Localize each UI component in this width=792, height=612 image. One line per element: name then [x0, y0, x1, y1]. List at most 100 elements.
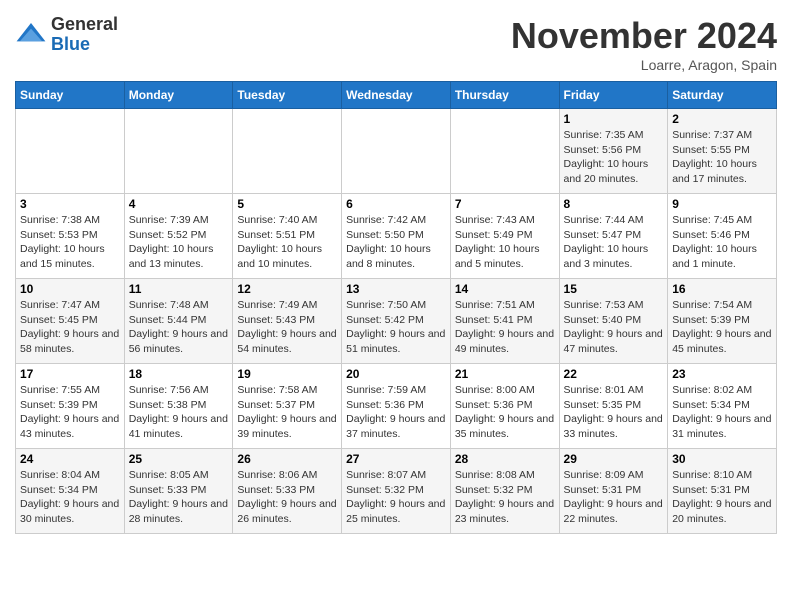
- calendar-cell: 21Sunrise: 8:00 AM Sunset: 5:36 PM Dayli…: [450, 364, 559, 449]
- calendar-cell: [233, 109, 342, 194]
- calendar-cell: 8 Sunrise: 7:44 AM Sunset: 5:47 PM Daylig…: [559, 194, 668, 279]
- day-info: Sunrise: 8:05 AM Sunset: 5:33 PM Dayligh…: [129, 468, 229, 527]
- day-number: 6: [346, 197, 446, 211]
- day-info: Sunrise: 7:35 AM Sunset: 5:56 PM Dayligh…: [564, 128, 664, 187]
- calendar-cell: [450, 109, 559, 194]
- calendar-cell: [16, 109, 125, 194]
- calendar-cell: 10 Sunrise: 7:47 AM Sunset: 5:45 PM Dayli…: [16, 279, 125, 364]
- location: Loarre, Aragon, Spain: [511, 57, 777, 73]
- day-number: 9: [672, 197, 772, 211]
- day-number: 8: [564, 197, 664, 211]
- day-info: Sunrise: 8:01 AM Sunset: 5:35 PM Dayligh…: [564, 383, 664, 442]
- weekday-saturday: Saturday: [668, 82, 777, 109]
- calendar-cell: 22 Sunrise: 8:01 AM Sunset: 5:35 PM Dayli…: [559, 364, 668, 449]
- day-number: 18: [129, 367, 229, 381]
- day-number: 15: [564, 282, 664, 296]
- day-number: 16: [672, 282, 772, 296]
- day-info: Sunrise: 7:39 AM Sunset: 5:52 PM Dayligh…: [129, 213, 229, 272]
- day-number: 26: [237, 452, 337, 466]
- weekday-sunday: Sunday: [16, 82, 125, 109]
- day-info: Sunrise: 8:08 AM Sunset: 5:32 PM Dayligh…: [455, 468, 555, 527]
- day-info: Sunrise: 7:40 AM Sunset: 5:51 PM Dayligh…: [237, 213, 337, 272]
- calendar-cell: 9 Sunrise: 7:45 AM Sunset: 5:46 PM Daylig…: [668, 194, 777, 279]
- calendar-cell: 23 Sunrise: 8:02 AM Sunset: 5:34 PM Dayli…: [668, 364, 777, 449]
- day-info: Sunrise: 7:48 AM Sunset: 5:44 PM Dayligh…: [129, 298, 229, 357]
- day-number: 22: [564, 367, 664, 381]
- day-number: 14: [455, 282, 555, 296]
- calendar-cell: 19 Sunrise: 7:58 AM Sunset: 5:37 PM Dayli…: [233, 364, 342, 449]
- weekday-monday: Monday: [124, 82, 233, 109]
- calendar-cell: 18 Sunrise: 7:56 AM Sunset: 5:38 PM Dayli…: [124, 364, 233, 449]
- day-number: 2: [672, 112, 772, 126]
- day-number: 20: [346, 367, 446, 381]
- calendar-cell: 7Sunrise: 7:43 AM Sunset: 5:49 PM Daylig…: [450, 194, 559, 279]
- day-number: 7: [455, 197, 555, 211]
- logo-icon: [15, 19, 47, 51]
- day-info: Sunrise: 7:56 AM Sunset: 5:38 PM Dayligh…: [129, 383, 229, 442]
- logo: General Blue: [15, 15, 118, 55]
- calendar-cell: 11 Sunrise: 7:48 AM Sunset: 5:44 PM Dayli…: [124, 279, 233, 364]
- calendar-cell: 30Sunrise: 8:10 AM Sunset: 5:31 PM Dayli…: [668, 449, 777, 534]
- day-info: Sunrise: 7:51 AM Sunset: 5:41 PM Dayligh…: [455, 298, 555, 357]
- calendar-cell: 1Sunrise: 7:35 AM Sunset: 5:56 PM Daylig…: [559, 109, 668, 194]
- day-info: Sunrise: 7:38 AM Sunset: 5:53 PM Dayligh…: [20, 213, 120, 272]
- day-info: Sunrise: 7:42 AM Sunset: 5:50 PM Dayligh…: [346, 213, 446, 272]
- day-number: 17: [20, 367, 120, 381]
- day-number: 28: [455, 452, 555, 466]
- calendar-cell: 20 Sunrise: 7:59 AM Sunset: 5:36 PM Dayli…: [342, 364, 451, 449]
- calendar-cell: 24Sunrise: 8:04 AM Sunset: 5:34 PM Dayli…: [16, 449, 125, 534]
- day-number: 29: [564, 452, 664, 466]
- calendar-cell: 2Sunrise: 7:37 AM Sunset: 5:55 PM Daylig…: [668, 109, 777, 194]
- calendar-cell: 6 Sunrise: 7:42 AM Sunset: 5:50 PM Daylig…: [342, 194, 451, 279]
- day-number: 27: [346, 452, 446, 466]
- day-info: Sunrise: 8:09 AM Sunset: 5:31 PM Dayligh…: [564, 468, 664, 527]
- day-info: Sunrise: 7:59 AM Sunset: 5:36 PM Dayligh…: [346, 383, 446, 442]
- day-info: Sunrise: 7:44 AM Sunset: 5:47 PM Dayligh…: [564, 213, 664, 272]
- day-number: 3: [20, 197, 120, 211]
- day-info: Sunrise: 7:53 AM Sunset: 5:40 PM Dayligh…: [564, 298, 664, 357]
- calendar-table: SundayMondayTuesdayWednesdayThursdayFrid…: [15, 81, 777, 534]
- calendar-cell: 13 Sunrise: 7:50 AM Sunset: 5:42 PM Dayli…: [342, 279, 451, 364]
- day-info: Sunrise: 7:54 AM Sunset: 5:39 PM Dayligh…: [672, 298, 772, 357]
- week-row-2: 3 Sunrise: 7:38 AM Sunset: 5:53 PM Daylig…: [16, 194, 777, 279]
- page-header: General Blue November 2024 Loarre, Arago…: [15, 15, 777, 73]
- logo-blue: Blue: [51, 35, 118, 55]
- day-info: Sunrise: 7:45 AM Sunset: 5:46 PM Dayligh…: [672, 213, 772, 272]
- day-number: 13: [346, 282, 446, 296]
- calendar-cell: [124, 109, 233, 194]
- month-title: November 2024: [511, 15, 777, 57]
- day-info: Sunrise: 7:50 AM Sunset: 5:42 PM Dayligh…: [346, 298, 446, 357]
- day-info: Sunrise: 8:10 AM Sunset: 5:31 PM Dayligh…: [672, 468, 772, 527]
- calendar-cell: 14 Sunrise: 7:51 AM Sunset: 5:41 PM Dayli…: [450, 279, 559, 364]
- calendar-cell: 26Sunrise: 8:06 AM Sunset: 5:33 PM Dayli…: [233, 449, 342, 534]
- week-row-5: 24Sunrise: 8:04 AM Sunset: 5:34 PM Dayli…: [16, 449, 777, 534]
- calendar-cell: 25Sunrise: 8:05 AM Sunset: 5:33 PM Dayli…: [124, 449, 233, 534]
- calendar-cell: [342, 109, 451, 194]
- week-row-4: 17Sunrise: 7:55 AM Sunset: 5:39 PM Dayli…: [16, 364, 777, 449]
- day-info: Sunrise: 7:49 AM Sunset: 5:43 PM Dayligh…: [237, 298, 337, 357]
- day-number: 23: [672, 367, 772, 381]
- day-info: Sunrise: 8:02 AM Sunset: 5:34 PM Dayligh…: [672, 383, 772, 442]
- calendar-cell: 4 Sunrise: 7:39 AM Sunset: 5:52 PM Daylig…: [124, 194, 233, 279]
- weekday-friday: Friday: [559, 82, 668, 109]
- day-number: 11: [129, 282, 229, 296]
- calendar-cell: 5Sunrise: 7:40 AM Sunset: 5:51 PM Daylig…: [233, 194, 342, 279]
- calendar-header: SundayMondayTuesdayWednesdayThursdayFrid…: [16, 82, 777, 109]
- day-info: Sunrise: 7:58 AM Sunset: 5:37 PM Dayligh…: [237, 383, 337, 442]
- day-number: 10: [20, 282, 120, 296]
- day-number: 4: [129, 197, 229, 211]
- calendar-cell: 16 Sunrise: 7:54 AM Sunset: 5:39 PM Dayli…: [668, 279, 777, 364]
- day-info: Sunrise: 7:47 AM Sunset: 5:45 PM Dayligh…: [20, 298, 120, 357]
- calendar-cell: 3 Sunrise: 7:38 AM Sunset: 5:53 PM Daylig…: [16, 194, 125, 279]
- day-info: Sunrise: 8:04 AM Sunset: 5:34 PM Dayligh…: [20, 468, 120, 527]
- day-number: 19: [237, 367, 337, 381]
- week-row-1: 1Sunrise: 7:35 AM Sunset: 5:56 PM Daylig…: [16, 109, 777, 194]
- weekday-wednesday: Wednesday: [342, 82, 451, 109]
- logo-general: General: [51, 15, 118, 35]
- calendar-cell: 17Sunrise: 7:55 AM Sunset: 5:39 PM Dayli…: [16, 364, 125, 449]
- day-number: 12: [237, 282, 337, 296]
- calendar-cell: 28 Sunrise: 8:08 AM Sunset: 5:32 PM Dayli…: [450, 449, 559, 534]
- title-block: November 2024 Loarre, Aragon, Spain: [511, 15, 777, 73]
- weekday-tuesday: Tuesday: [233, 82, 342, 109]
- day-info: Sunrise: 8:00 AM Sunset: 5:36 PM Dayligh…: [455, 383, 555, 442]
